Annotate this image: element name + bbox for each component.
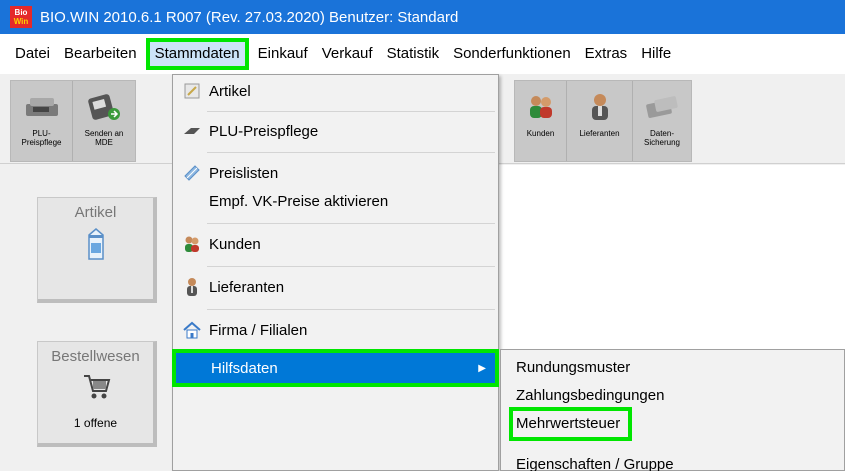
- senden-an-mde-label: Senden an MDE: [84, 129, 124, 147]
- menu-bearbeiten[interactable]: Bearbeiten: [57, 40, 144, 68]
- backup-icon: [642, 89, 682, 125]
- scale-icon: [181, 120, 203, 142]
- submenu-arrow-icon: ▶: [478, 362, 486, 374]
- tile-bestellwesen[interactable]: Bestellwesen 1 offene: [37, 341, 157, 447]
- menu-einkauf[interactable]: Einkauf: [251, 40, 315, 68]
- people-icon: [181, 233, 203, 255]
- dropdown-item-hilfsdaten[interactable]: Hilfsdaten ▶: [172, 349, 499, 387]
- app-logo-icon: Bio Win: [10, 6, 32, 28]
- datensicherung-button[interactable]: Daten- Sicherung: [633, 81, 691, 161]
- hilfsdaten-submenu: Rundungsmuster Zahlungsbedingungen Mehrw…: [500, 349, 845, 471]
- plu-preispflege-label: PLU- Preispflege: [21, 129, 62, 147]
- kunden-label: Kunden: [526, 129, 555, 138]
- supplier-icon: [181, 276, 203, 298]
- supplier-icon: [580, 89, 620, 125]
- dropdown-item-lieferanten[interactable]: Lieferanten: [173, 271, 498, 303]
- menu-stammdaten[interactable]: Stammdaten: [145, 38, 249, 70]
- toolbar-group-left: PLU- Preispflege Senden an MDE: [10, 80, 136, 162]
- tile-bestellwesen-count: 1 offene: [73, 416, 118, 430]
- people-icon: [521, 89, 561, 125]
- dropdown-item-artikel[interactable]: Artikel: [173, 75, 498, 107]
- tile-artikel-title: Artikel: [74, 204, 117, 221]
- menu-verkauf[interactable]: Verkauf: [315, 40, 380, 68]
- dropdown-label-plu-preispflege: PLU-Preispflege: [209, 122, 319, 140]
- article-icon: [181, 80, 203, 102]
- dropdown-label-artikel: Artikel: [209, 82, 251, 100]
- dropdown-label-empf-vk-preise: Empf. VK-Preise aktivieren: [209, 192, 389, 210]
- lieferanten-label: Lieferanten: [579, 129, 620, 138]
- house-icon: [181, 319, 203, 341]
- menu-extras[interactable]: Extras: [578, 40, 635, 68]
- dropdown-label-firma-filialen: Firma / Filialen: [209, 321, 308, 339]
- submenu-item-zahlungsbedingungen[interactable]: Zahlungsbedingungen: [501, 381, 664, 411]
- senden-an-mde-button[interactable]: Senden an MDE: [73, 81, 135, 161]
- window-title: BIO.WIN 2010.6.1 R007 (Rev. 27.03.2020) …: [40, 8, 459, 26]
- dropdown-label-preislisten: Preislisten: [209, 164, 279, 182]
- lieferanten-button[interactable]: Lieferanten: [567, 81, 633, 161]
- tile-artikel[interactable]: Artikel: [37, 197, 157, 303]
- dropdown-separator: [207, 266, 495, 267]
- dropdown-item-plu-preispflege[interactable]: PLU-Preispflege: [173, 115, 498, 147]
- menu-datei[interactable]: Datei: [0, 40, 57, 68]
- plu-preispflege-button[interactable]: PLU- Preispflege: [11, 81, 73, 161]
- kunden-button[interactable]: Kunden: [515, 81, 567, 161]
- milk-carton-icon: [83, 227, 109, 268]
- cart-icon: [81, 371, 111, 408]
- toolbar-group-right: Kunden Lieferanten Daten- Sicherung: [514, 80, 692, 162]
- left-pane: Artikel Bestellwesen 1 offene: [0, 165, 172, 471]
- handheld-icon: [84, 89, 124, 125]
- menu-bar: Datei Bearbeiten Stammdaten Einkauf Verk…: [0, 34, 845, 74]
- tile-bestellwesen-title: Bestellwesen: [51, 348, 140, 365]
- stammdaten-dropdown: Artikel PLU-Preispflege Preislisten Empf…: [172, 74, 499, 471]
- menu-hilfe[interactable]: Hilfe: [634, 40, 678, 68]
- submenu-item-eigenschaften-gruppe[interactable]: Eigenschaften / Gruppe: [501, 450, 674, 471]
- submenu-item-rundungsmuster[interactable]: Rundungsmuster: [501, 353, 630, 383]
- dropdown-separator: [207, 111, 495, 112]
- submenu-item-mehrwertsteuer[interactable]: Mehrwertsteuer: [508, 407, 633, 441]
- menu-statistik[interactable]: Statistik: [380, 40, 447, 68]
- menu-sonderfunktionen[interactable]: Sonderfunktionen: [446, 40, 578, 68]
- pricelist-icon: [181, 162, 203, 184]
- dropdown-label-kunden: Kunden: [209, 235, 261, 253]
- dropdown-item-empf-vk-preise[interactable]: Empf. VK-Preise aktivieren: [173, 185, 498, 217]
- dropdown-separator: [207, 223, 495, 224]
- datensicherung-label: Daten- Sicherung: [643, 129, 681, 147]
- dropdown-label-hilfsdaten: Hilfsdaten: [211, 359, 278, 377]
- dropdown-label-lieferanten: Lieferanten: [209, 278, 285, 296]
- dropdown-item-firma-filialen[interactable]: Firma / Filialen: [173, 314, 498, 346]
- title-bar: Bio Win BIO.WIN 2010.6.1 R007 (Rev. 27.0…: [0, 0, 845, 34]
- dropdown-separator: [207, 152, 495, 153]
- dropdown-item-kunden[interactable]: Kunden: [173, 228, 498, 260]
- dropdown-separator: [207, 309, 495, 310]
- scale-icon: [22, 89, 62, 125]
